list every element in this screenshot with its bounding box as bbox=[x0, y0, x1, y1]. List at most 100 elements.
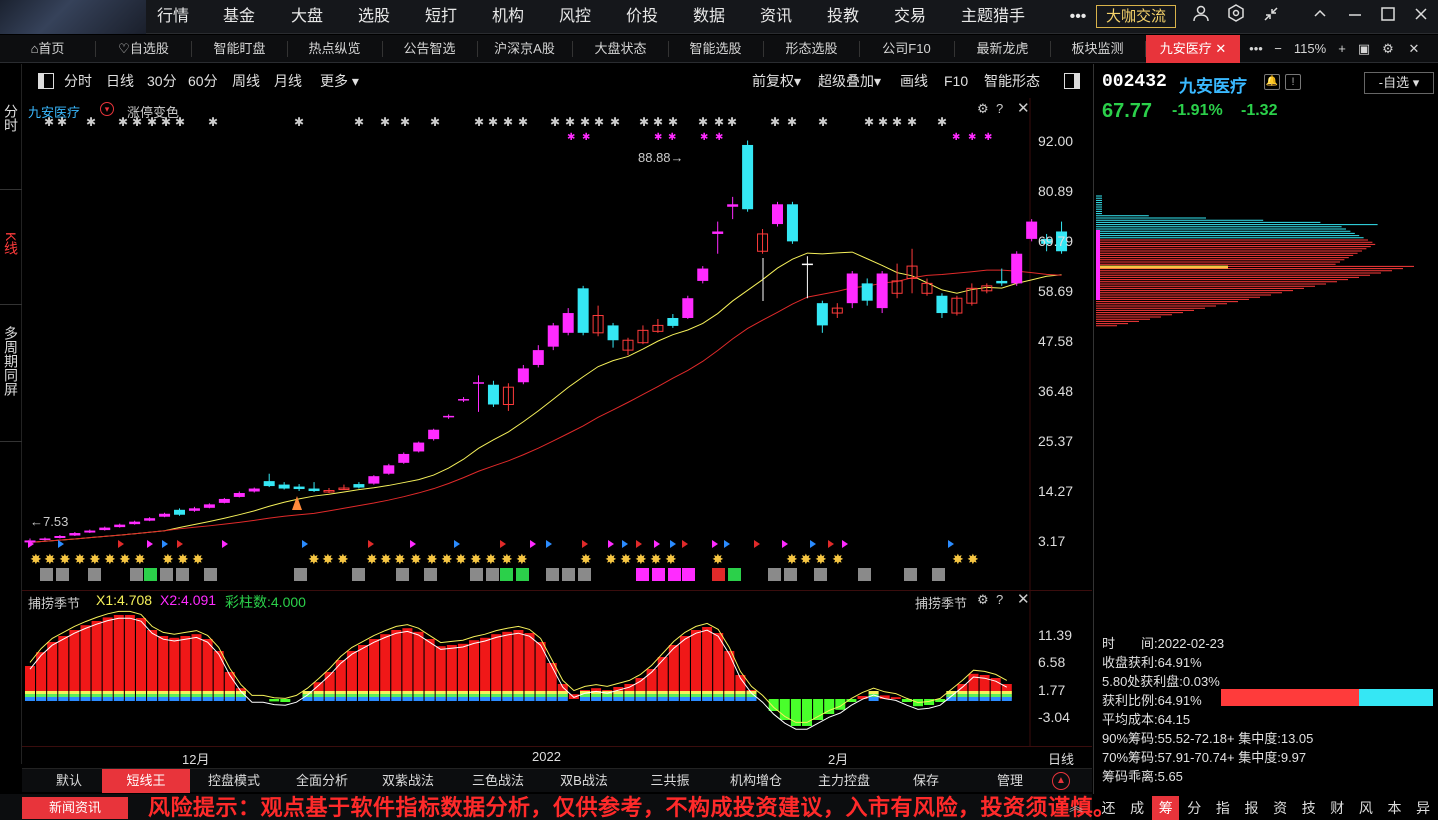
shrink-icon[interactable] bbox=[1256, 0, 1286, 34]
histogram-bar bbox=[402, 628, 413, 699]
menu-item[interactable]: 风控 bbox=[558, 0, 592, 34]
view-multi-period[interactable]: 多周期同屏 bbox=[0, 326, 22, 402]
menu-item[interactable]: 投教 bbox=[826, 0, 860, 34]
close-icon[interactable] bbox=[1406, 0, 1436, 34]
tab-item[interactable]: 大盘状态 bbox=[573, 35, 668, 63]
menu-item[interactable]: 主题猎手 bbox=[960, 0, 1026, 34]
histogram-bar bbox=[713, 633, 724, 699]
user-icon[interactable] bbox=[1186, 0, 1216, 34]
histogram-band bbox=[91, 694, 102, 697]
histogram-band bbox=[413, 691, 424, 694]
period-intraday[interactable]: 分时 bbox=[64, 66, 92, 96]
news-button[interactable]: 新闻资讯 bbox=[22, 797, 128, 819]
overlay-dropdown[interactable]: 超级叠加▾ bbox=[818, 66, 881, 96]
menu-item[interactable]: 数据 bbox=[692, 0, 726, 34]
tab-item[interactable]: 公司F10 bbox=[859, 35, 954, 63]
menu-item[interactable]: 短打 bbox=[424, 0, 458, 34]
panel-tab[interactable]: 风 bbox=[1352, 796, 1379, 820]
panel-tab[interactable]: 报 bbox=[1238, 796, 1265, 820]
tab-item[interactable]: 沪深京A股 bbox=[477, 35, 572, 63]
period-60min[interactable]: 60分 bbox=[188, 66, 218, 96]
maximize-icon[interactable] bbox=[1373, 0, 1403, 34]
tab-item[interactable]: 板块监测 bbox=[1050, 35, 1145, 63]
menu-item[interactable]: 基金 bbox=[222, 0, 256, 34]
right-panel-toggle-icon[interactable] bbox=[1064, 73, 1080, 89]
f10-button[interactable]: F10 bbox=[944, 66, 968, 96]
panel-tab[interactable]: 分 bbox=[1181, 796, 1208, 820]
menu-item[interactable]: 大盘 bbox=[290, 0, 324, 34]
panel-tab[interactable]: 成 bbox=[1124, 796, 1151, 820]
pink-marker: ✱ bbox=[582, 132, 590, 143]
panel-tab[interactable]: 异 bbox=[1410, 796, 1437, 820]
view-kline[interactable]: K线 bbox=[0, 232, 22, 261]
menu-item[interactable]: 行情 bbox=[156, 0, 190, 34]
pink-marker: ✱ bbox=[968, 132, 976, 143]
zoom-out-icon[interactable]: − bbox=[1268, 35, 1288, 63]
period-weekly[interactable]: 周线 bbox=[232, 66, 260, 96]
menu-item[interactable]: 价投 bbox=[625, 0, 659, 34]
alert-bell-icon[interactable]: 🔔 bbox=[1264, 74, 1280, 90]
period-daily[interactable]: 日线 bbox=[106, 66, 134, 96]
cafe-button[interactable]: 大咖交流 bbox=[1096, 5, 1176, 28]
strategy-tab[interactable]: 默认 bbox=[50, 769, 88, 793]
histogram-band bbox=[213, 697, 224, 701]
candle-body bbox=[712, 231, 724, 234]
histogram-band bbox=[691, 697, 701, 701]
histogram-band bbox=[402, 694, 413, 697]
panel-tab[interactable]: 指 bbox=[1209, 796, 1236, 820]
histogram-band bbox=[191, 697, 202, 701]
add-watchlist-button[interactable]: -自选 ▾ bbox=[1364, 72, 1434, 94]
panel-tab[interactable]: 筹 bbox=[1152, 796, 1180, 820]
tab-item[interactable]: 智能盯盘 bbox=[192, 35, 287, 63]
period-monthly[interactable]: 月线 bbox=[274, 66, 302, 96]
scroll-up-icon[interactable]: ︽ bbox=[1066, 796, 1086, 818]
tab-item[interactable]: 热点纵览 bbox=[287, 35, 382, 63]
tab-home[interactable]: ⌂首页 bbox=[0, 35, 95, 63]
panel-tab[interactable]: 本 bbox=[1381, 796, 1408, 820]
window-icon[interactable]: ▣ bbox=[1354, 35, 1374, 63]
draw-line-button[interactable]: 画线 bbox=[900, 66, 928, 96]
minimize-icon[interactable] bbox=[1340, 0, 1370, 34]
period-indicator[interactable]: 日线 bbox=[1048, 749, 1074, 768]
menu-item[interactable]: 选股 bbox=[357, 0, 391, 34]
more-tabs-icon[interactable]: ••• bbox=[1244, 35, 1268, 63]
zoom-level: 115% bbox=[1293, 41, 1327, 56]
panel-tab[interactable]: 资 bbox=[1267, 796, 1294, 820]
adjust-dropdown[interactable]: 前复权▾ bbox=[752, 66, 801, 96]
view-intraday[interactable]: 分时 bbox=[0, 104, 22, 138]
menu-item[interactable]: 交易 bbox=[893, 0, 927, 34]
panel-toggle-icon[interactable] bbox=[38, 73, 54, 89]
period-more[interactable]: 更多 ▾ bbox=[320, 66, 359, 96]
histogram-band bbox=[169, 697, 180, 701]
menu-item[interactable]: 资讯 bbox=[759, 0, 793, 34]
tab-current-stock[interactable]: 九安医疗 ✕ bbox=[1146, 35, 1240, 63]
collapse-icon[interactable] bbox=[1305, 0, 1335, 34]
panel-tab[interactable]: 财 bbox=[1324, 796, 1351, 820]
panel-tab[interactable]: 技 bbox=[1295, 796, 1322, 820]
tab-item[interactable]: 智能选股 bbox=[668, 35, 763, 63]
close-page-icon[interactable]: ✕ bbox=[1404, 35, 1424, 63]
gear-icon[interactable]: ⚙ bbox=[1378, 35, 1398, 63]
tab-item[interactable]: ♡自选股 bbox=[96, 35, 191, 63]
tab-item[interactable]: 形态选股 bbox=[764, 35, 859, 63]
candle-body bbox=[742, 144, 754, 210]
candle-body bbox=[39, 538, 51, 540]
more-menu-icon[interactable]: ••• bbox=[1064, 0, 1092, 34]
settings-icon[interactable] bbox=[1221, 0, 1251, 34]
histogram-band bbox=[391, 694, 402, 697]
tab-item[interactable]: 公告智选 bbox=[382, 35, 477, 63]
indicator-chart[interactable]: 捕捞季节 X1:4.708 X2:4.091 彩柱数:4.000 捕捞季节 ⚙ … bbox=[22, 590, 1092, 747]
period-30min[interactable]: 30分 bbox=[147, 66, 177, 96]
strategy-collapse-icon[interactable]: ▲ bbox=[1052, 772, 1070, 790]
time-label: 2月 bbox=[828, 752, 849, 767]
zoom-in-icon[interactable]: + bbox=[1332, 35, 1352, 63]
histogram-bar bbox=[369, 639, 380, 699]
menu-item[interactable]: 机构 bbox=[491, 0, 525, 34]
panel-tab[interactable]: 还 bbox=[1095, 796, 1122, 820]
info-icon[interactable]: ! bbox=[1285, 74, 1301, 90]
star-badge: ✸ bbox=[620, 551, 632, 567]
smart-pattern-button[interactable]: 智能形态 bbox=[984, 66, 1040, 96]
kline-chart[interactable]: 九安医疗 ▾ 涨停变色 ⚙ ? ✕ ✱ ✱ ✱ ✱ ✱ ✱ ✱ ✱ ✱ ✱ ✱ ✱ ✱ ✱ ✱ ✱ ✱ ✱ ✱ ✱ ✱ ✱… bbox=[22, 98, 1092, 590]
tab-item[interactable]: 最新龙虎 bbox=[955, 35, 1050, 63]
flag-marker bbox=[368, 540, 374, 548]
